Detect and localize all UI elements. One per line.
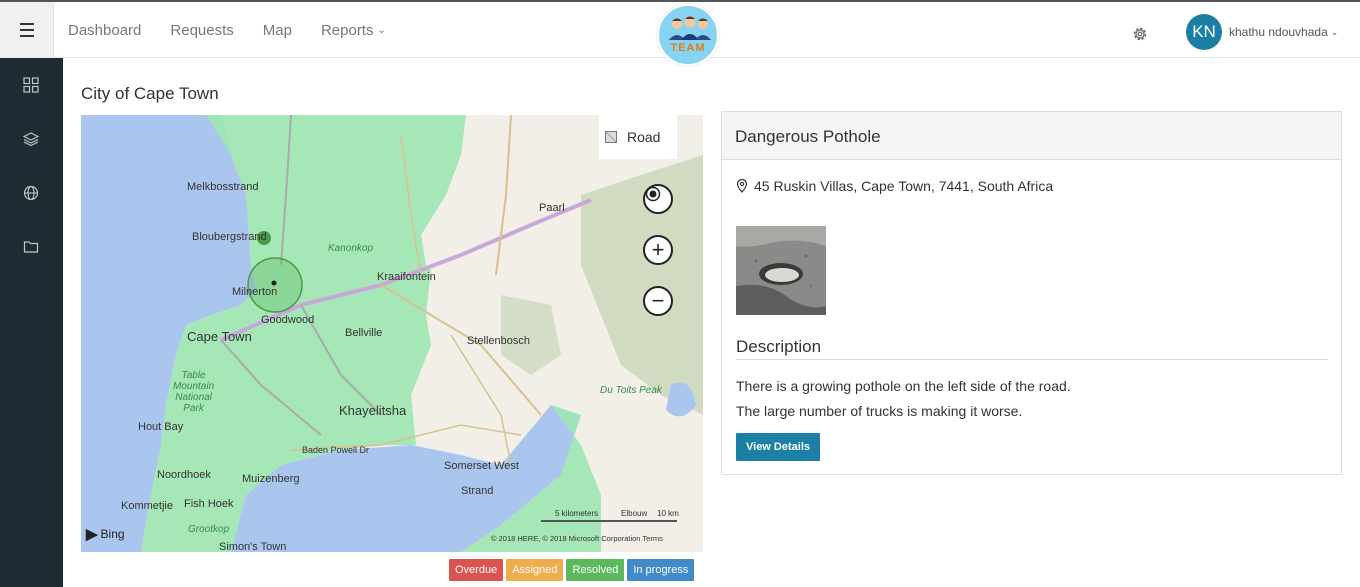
map-label: Somerset West xyxy=(444,460,519,472)
map-label: Bellville xyxy=(345,327,383,339)
map-label: Milnerton xyxy=(232,286,278,298)
bing-icon: ▶ xyxy=(86,526,98,543)
scale-left-label: 5 kilometers xyxy=(555,509,599,518)
map-view[interactable]: Melkbosstrand Bloubergstrand Milnerton G… xyxy=(81,115,703,552)
map-label: Melkbosstrand xyxy=(187,181,259,193)
chevron-down-icon: ⌄ xyxy=(1330,26,1339,37)
zoom-in-button[interactable]: + xyxy=(643,235,673,265)
request-detail-panel: Dangerous Pothole 45 Ruskin Villas, Cape… xyxy=(721,111,1342,475)
locate-button[interactable] xyxy=(643,184,673,214)
description-line: The large number of trucks is making it … xyxy=(736,403,1023,419)
scale-mid-label: Elbouw xyxy=(621,509,648,518)
dashboard-icon[interactable] xyxy=(23,77,39,93)
map-label: Table Mountain National Park xyxy=(173,370,215,414)
status-legend: Overdue Assigned Resolved In progress xyxy=(449,559,697,581)
map-pin-icon xyxy=(736,179,748,193)
team-logo[interactable]: TEAM xyxy=(657,4,719,66)
main-nav: Dashboard Requests Map Reports ⌄ xyxy=(68,2,415,58)
map-style-button[interactable]: Road xyxy=(599,115,677,159)
zoom-out-button[interactable]: − xyxy=(643,286,673,316)
scale-bar xyxy=(541,520,677,522)
map-label: Kraaifontein xyxy=(377,271,436,283)
user-name: khathu ndouvhada xyxy=(1229,25,1328,39)
description-text: There is a growing pothole on the left s… xyxy=(736,374,1071,424)
road-icon xyxy=(605,131,617,143)
nav-reports[interactable]: Reports ⌄ xyxy=(321,22,386,39)
menu-toggle-button[interactable] xyxy=(0,2,54,58)
sidebar xyxy=(0,58,63,587)
logo-text: TEAM xyxy=(670,42,706,54)
nav-requests[interactable]: Requests xyxy=(170,22,233,39)
map-label: Khayelitsha xyxy=(339,403,407,418)
map-label: Paarl xyxy=(539,202,565,214)
map-label: Du Toits Peak xyxy=(600,385,662,396)
map-canvas xyxy=(81,115,703,552)
nav-dashboard-label: Dashboard xyxy=(68,21,142,39)
map-label: Hout Bay xyxy=(138,421,184,433)
gear-icon[interactable] xyxy=(1131,25,1149,43)
layers-icon[interactable] xyxy=(22,131,40,147)
map-label: Kanonkop xyxy=(328,243,374,254)
page-title: City of Cape Town xyxy=(81,84,219,103)
nav-dashboard[interactable]: Dashboard xyxy=(68,22,141,39)
map-label: Noordhoek xyxy=(157,469,211,481)
map-label: Grootkop xyxy=(188,524,230,535)
view-details-button[interactable]: View Details xyxy=(736,433,820,461)
chevron-down-icon: ⌄ xyxy=(377,24,386,36)
nav-requests-label: Requests xyxy=(170,21,234,39)
map-label: Simon's Town xyxy=(219,541,287,552)
pothole-photo[interactable] xyxy=(736,226,826,315)
map-label: Stellenbosch xyxy=(467,335,530,347)
avatar: KN xyxy=(1186,14,1222,50)
map-label: Kommetjie xyxy=(121,500,173,512)
hamburger-icon xyxy=(19,21,34,39)
map-label: Goodwood xyxy=(261,314,315,326)
map-label: Strand xyxy=(461,485,494,497)
map-label: Muizenberg xyxy=(242,473,300,485)
bing-label: Bing xyxy=(100,527,125,541)
description-heading: Description xyxy=(736,337,1328,360)
map-scale: 5 kilometers Elbouw 10 km xyxy=(541,509,681,525)
minus-icon: − xyxy=(651,288,665,313)
plus-icon: + xyxy=(651,237,665,262)
legend-overdue: Overdue xyxy=(449,559,504,581)
map-label: Fish Hoek xyxy=(184,498,234,510)
folder-icon[interactable] xyxy=(23,239,39,255)
map-style-label: Road xyxy=(627,129,661,145)
user-menu[interactable]: KN khathu ndouvhada ⌄ xyxy=(1186,14,1338,50)
address-text: 45 Ruskin Villas, Cape Town, 7441, South… xyxy=(754,178,1054,194)
target-icon xyxy=(645,186,661,202)
nav-map-label: Map xyxy=(262,21,292,39)
legend-resolved: Resolved xyxy=(566,559,625,581)
request-address: 45 Ruskin Villas, Cape Town, 7441, South… xyxy=(736,178,1053,194)
map-label: Cape Town xyxy=(187,329,252,344)
nav-reports-label: Reports xyxy=(320,21,374,39)
map-label: Bloubergstrand xyxy=(192,231,267,243)
description-line: There is a growing pothole on the left s… xyxy=(736,378,1071,394)
legend-assigned: Assigned xyxy=(506,559,564,581)
map-copyright: © 2018 HERE, © 2018 Microsoft Corporatio… xyxy=(491,534,663,543)
scale-right-label: 10 km xyxy=(657,509,679,518)
nav-map[interactable]: Map xyxy=(263,22,292,39)
request-title: Dangerous Pothole xyxy=(722,112,1341,160)
bing-logo: ▶ Bing xyxy=(86,525,125,543)
map-label: Baden Powell Dr xyxy=(302,445,370,455)
legend-in-progress: In progress xyxy=(627,559,695,581)
globe-icon[interactable] xyxy=(23,185,39,201)
